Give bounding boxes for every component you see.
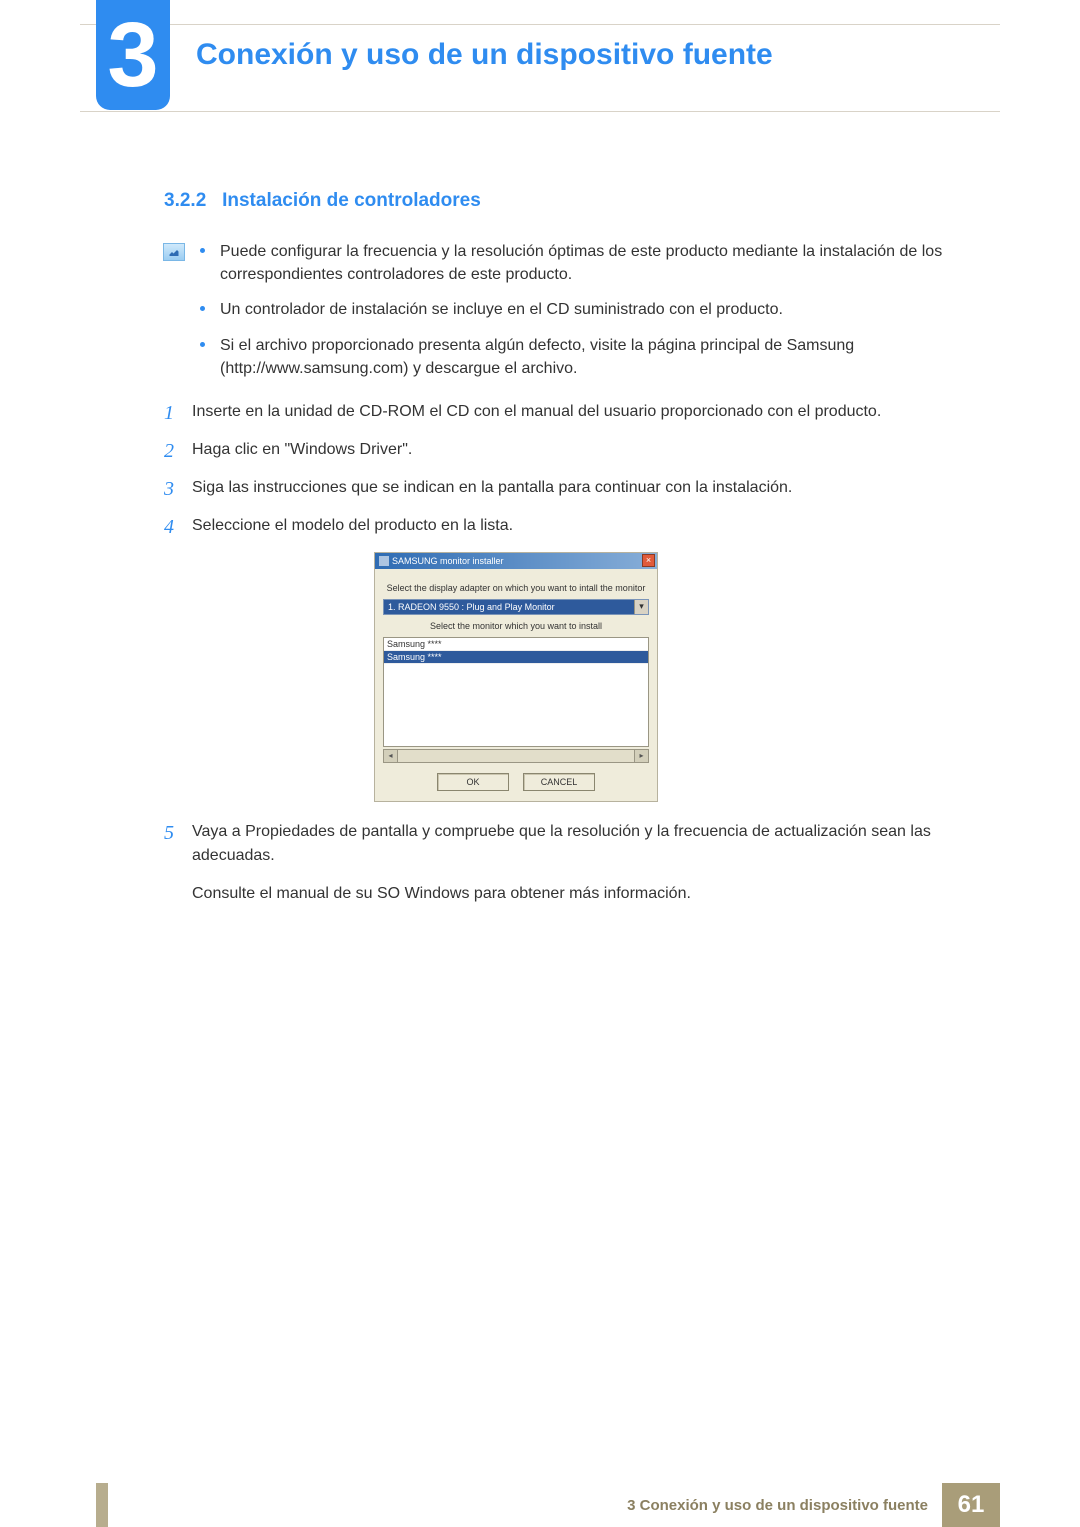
page: 3 Conexión y uso de un dispositivo fuent… [0, 0, 1080, 1527]
close-icon[interactable]: × [642, 554, 655, 567]
step-number: 4 [164, 512, 174, 542]
horizontal-scrollbar[interactable]: ◂ ▸ [383, 749, 649, 763]
section-title: Instalación de controladores [222, 190, 481, 211]
installer-buttons: OK CANCEL [383, 773, 649, 791]
section-heading: 3.2.2 Instalación de controladores [164, 190, 1000, 212]
step-2: 2 Haga clic en "Windows Driver". [164, 438, 1000, 462]
installer-title: SAMSUNG monitor installer [379, 556, 504, 566]
step-number: 2 [164, 436, 174, 466]
installer-label-adapter: Select the display adapter on which you … [383, 583, 649, 593]
monitor-listbox[interactable]: Samsung **** Samsung **** [383, 637, 649, 747]
footer-label: 3 Conexión y uso de un dispositivo fuent… [627, 1497, 942, 1514]
installer-titlebar: SAMSUNG monitor installer × [375, 553, 657, 569]
list-item[interactable]: Samsung **** [384, 638, 648, 651]
footer-text: 3 Conexión y uso de un dispositivo fuent… [627, 1483, 1080, 1527]
installer-body: Select the display adapter on which you … [375, 569, 657, 801]
section-number: 3.2.2 [164, 190, 206, 211]
note-bullets: Puede configurar la frecuencia y la reso… [220, 240, 1000, 380]
step-text: Siga las instrucciones que se indican en… [192, 479, 792, 496]
step-1: 1 Inserte en la unidad de CD-ROM el CD c… [164, 400, 1000, 424]
note-bullet: Puede configurar la frecuencia y la reso… [220, 240, 1000, 286]
content-area: 3.2.2 Instalación de controladores Puede… [164, 190, 1000, 920]
chapter-title: Conexión y uso de un dispositivo fuente [196, 38, 773, 72]
note-icon [163, 243, 185, 261]
cancel-button[interactable]: CANCEL [523, 773, 595, 791]
list-item[interactable]: Samsung **** [384, 651, 648, 664]
installer-label-monitor: Select the monitor which you want to ins… [383, 621, 649, 631]
step-number: 1 [164, 398, 174, 428]
footer: 3 Conexión y uso de un dispositivo fuent… [0, 1483, 1080, 1527]
page-number: 61 [942, 1483, 1000, 1527]
adapter-dropdown-value: 1. RADEON 9550 : Plug and Play Monitor [388, 602, 555, 612]
step-text: Seleccione el modelo del producto en la … [192, 517, 513, 534]
step-5-note: Consulte el manual de su SO Windows para… [164, 882, 1000, 906]
step-text: Haga clic en "Windows Driver". [192, 441, 412, 458]
installer-title-text: SAMSUNG monitor installer [392, 556, 504, 566]
ok-button[interactable]: OK [437, 773, 509, 791]
installer-window: SAMSUNG monitor installer × Select the d… [374, 552, 658, 802]
step-text: Inserte en la unidad de CD-ROM el CD con… [192, 403, 881, 420]
chapter-badge: 3 [96, 0, 170, 110]
chapter-number: 3 [107, 9, 158, 101]
step-3: 3 Siga las instrucciones que se indican … [164, 476, 1000, 500]
steps-list: 1 Inserte en la unidad de CD-ROM el CD c… [164, 400, 1000, 906]
note-block: Puede configurar la frecuencia y la reso… [164, 240, 1000, 380]
step-number: 5 [164, 818, 174, 848]
scroll-right-icon[interactable]: ▸ [634, 750, 648, 762]
adapter-dropdown[interactable]: 1. RADEON 9550 : Plug and Play Monitor ▾ [383, 599, 649, 615]
step-number: 3 [164, 474, 174, 504]
step-text: Vaya a Propiedades de pantalla y comprue… [192, 823, 931, 864]
footer-accent [96, 1483, 108, 1527]
chevron-down-icon[interactable]: ▾ [634, 600, 648, 614]
scroll-left-icon[interactable]: ◂ [384, 750, 398, 762]
step-5: 5 Vaya a Propiedades de pantalla y compr… [164, 820, 1000, 868]
note-bullet: Un controlador de instalación se incluye… [220, 298, 1000, 321]
app-icon [379, 556, 389, 566]
step-4: 4 Seleccione el modelo del producto en l… [164, 514, 1000, 538]
note-bullet: Si el archivo proporcionado presenta alg… [220, 334, 1000, 380]
